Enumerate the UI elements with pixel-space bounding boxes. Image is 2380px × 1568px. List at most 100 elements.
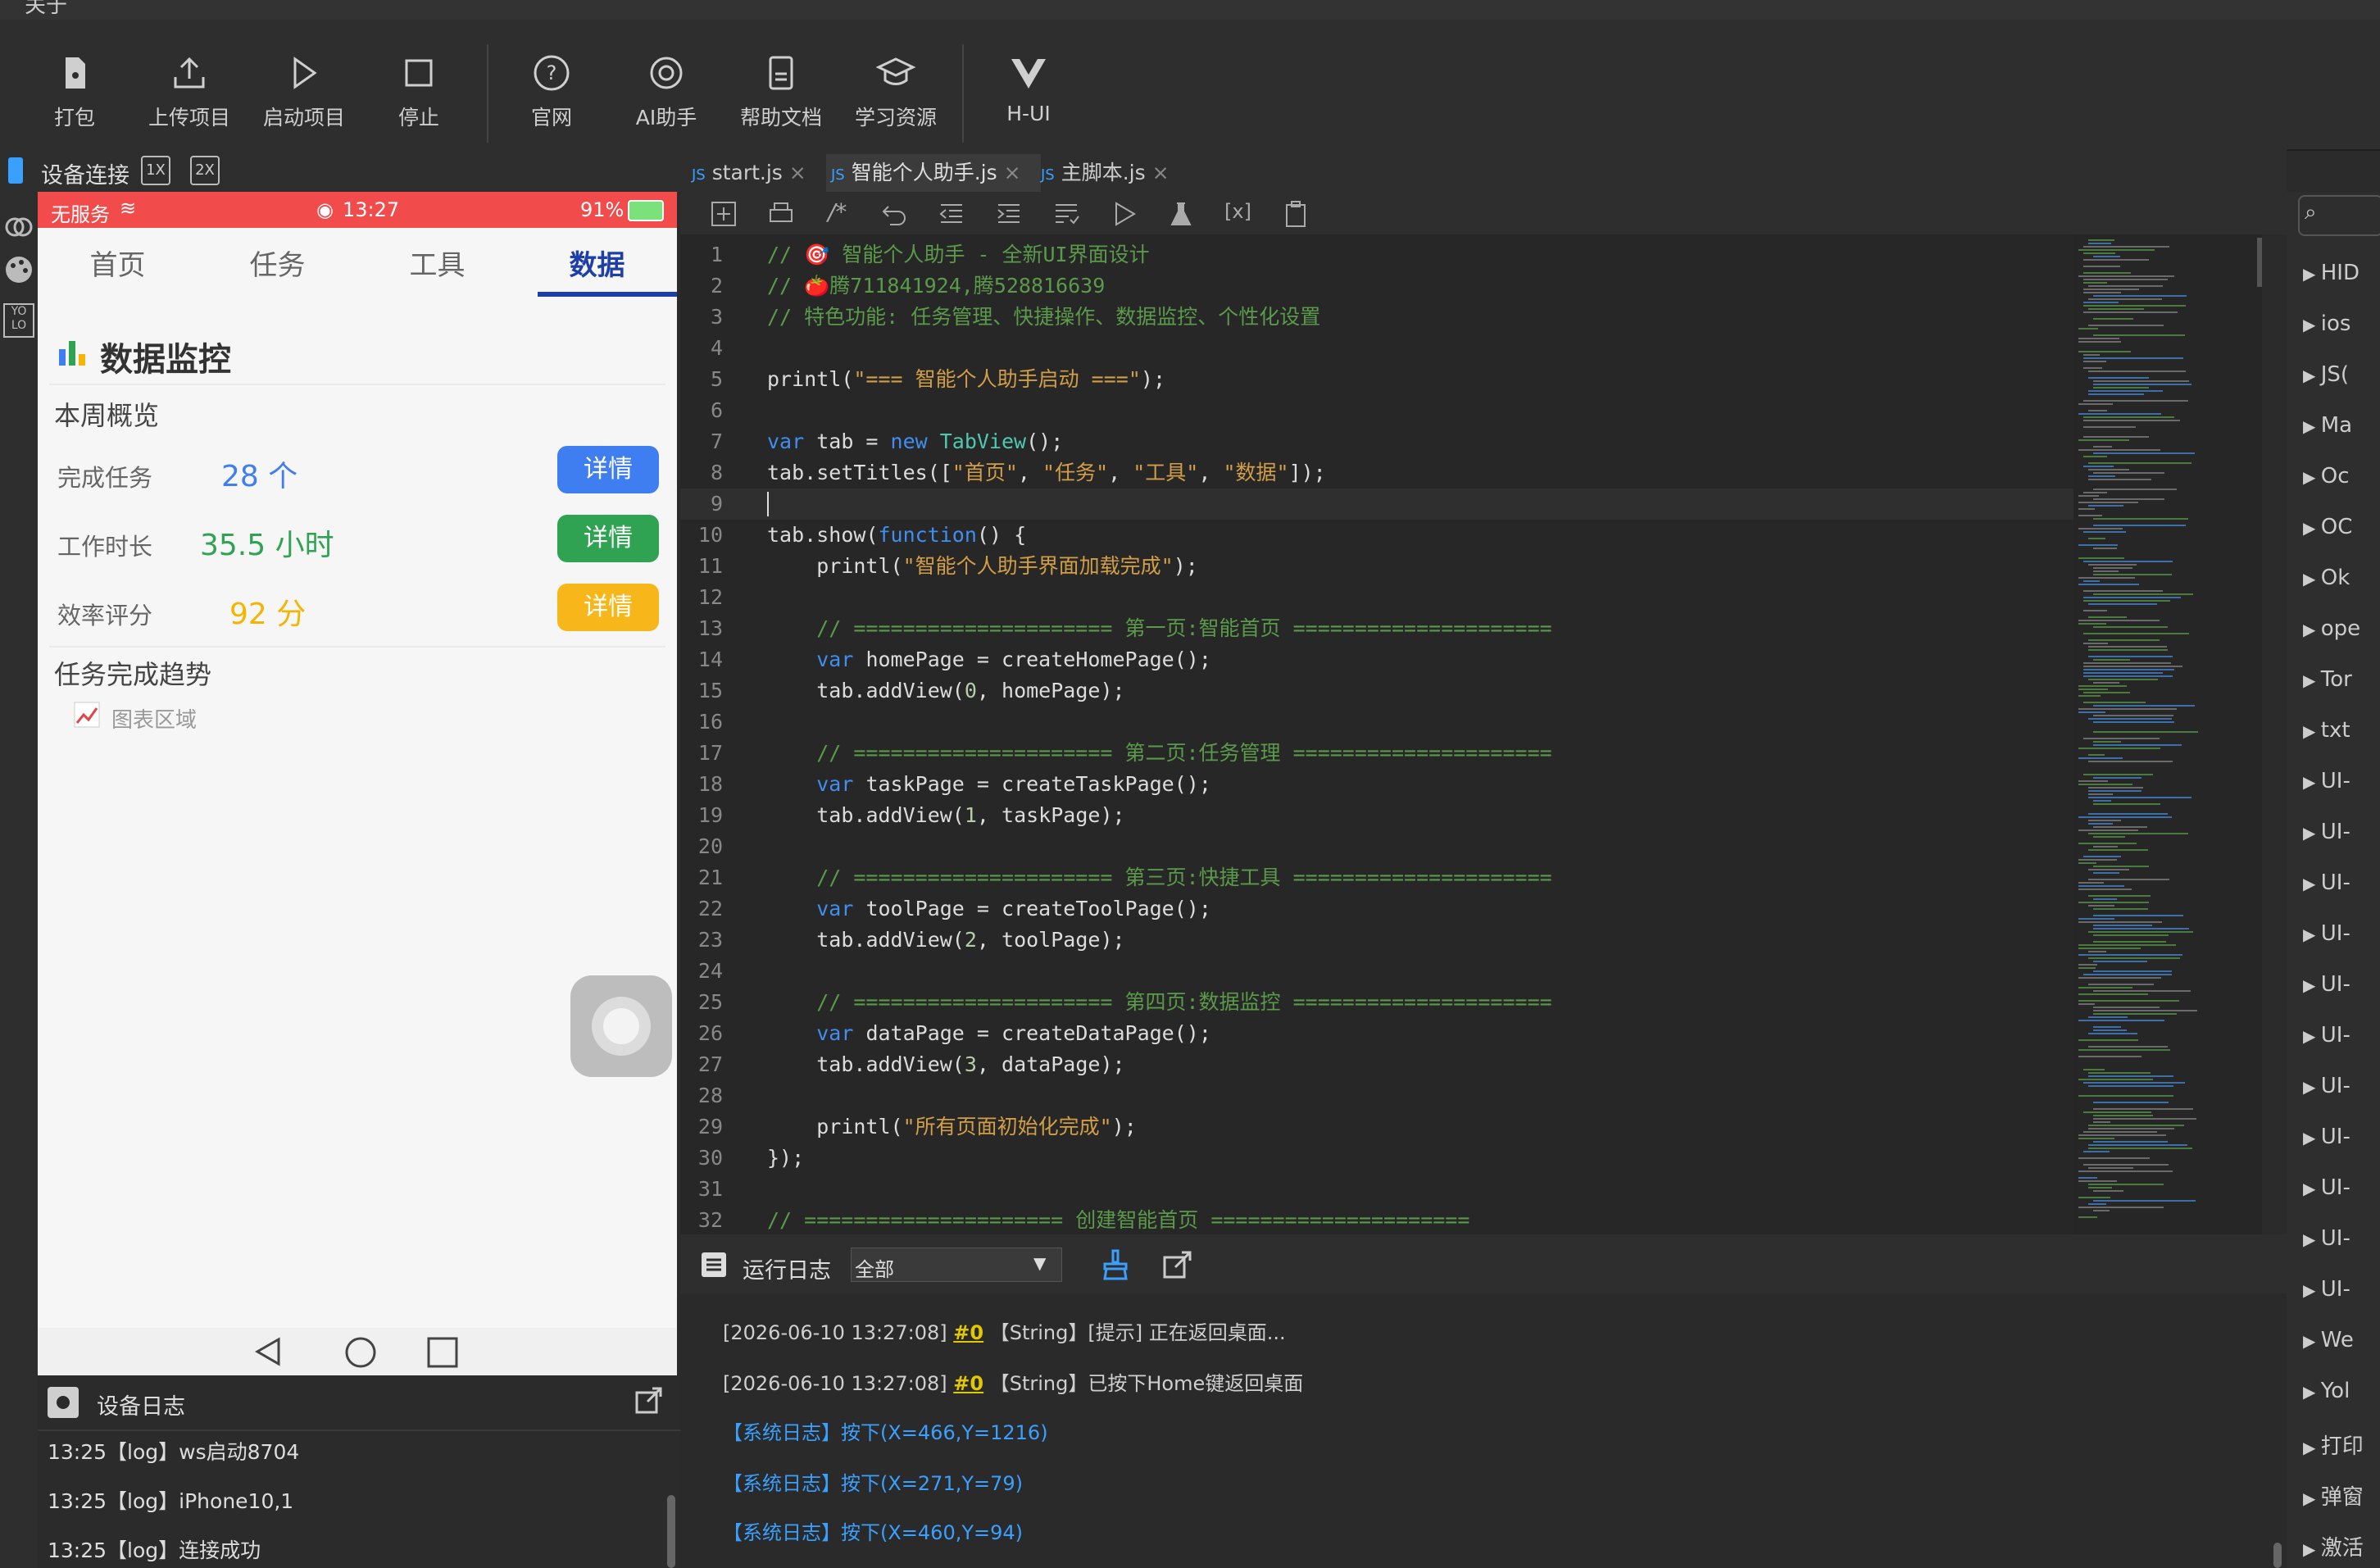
snippet-tree-item[interactable]: ▶ Ma [2303, 413, 2352, 438]
snippet-tree-item[interactable]: ▶ UI- [2303, 972, 2350, 997]
comment-icon[interactable]: /* [828, 198, 847, 225]
snippet-tree-item[interactable]: ▶ txt [2303, 718, 2350, 743]
learning-resources-button[interactable]: 学习资源 [843, 52, 949, 131]
code-line[interactable]: 19 tab.addView(1, taskPage); [680, 800, 2073, 831]
code-line[interactable]: 14 var homePage = createHomePage(); [680, 644, 2073, 675]
code-line[interactable]: 24 [680, 956, 2073, 987]
editor-scrollbar[interactable] [2257, 238, 2262, 287]
code-minimap[interactable] [2073, 234, 2262, 1234]
code-line[interactable]: 16 [680, 707, 2073, 738]
tab-main-script-js[interactable]: JS 主脚本.js × [1041, 154, 1197, 192]
outdent-icon[interactable] [938, 200, 965, 228]
clipboard-delete-icon[interactable] [1282, 200, 1310, 228]
tab-tools[interactable]: 工具 [357, 243, 517, 283]
detail-button[interactable]: 详情 [557, 446, 659, 493]
code-line[interactable]: 10 tab.show(function() { [680, 520, 2073, 551]
tab-start-js[interactable]: JS start.js × [692, 154, 823, 192]
snippet-tree-item[interactable]: ▶ We [2303, 1328, 2354, 1352]
tab-data[interactable]: 数据 [517, 243, 677, 283]
snippet-tree-item[interactable]: ▶ UI- [2303, 1175, 2350, 1200]
log-scrollbar[interactable] [667, 1495, 675, 1568]
zoom-2x-button[interactable]: 2X [190, 156, 220, 185]
yolo-icon[interactable]: YO LO [3, 303, 34, 338]
snippet-tree-item[interactable]: ▶ UI- [2303, 870, 2350, 895]
snippet-tree-item[interactable]: ▶ UI- [2303, 769, 2350, 793]
tab-assistant-js[interactable]: JS 智能个人助手.js × [826, 154, 1041, 192]
code-line[interactable]: 23 tab.addView(2, toolPage); [680, 925, 2073, 956]
close-icon[interactable]: × [789, 161, 806, 184]
snippet-tree-item[interactable]: ▶ Ok [2303, 566, 2350, 590]
code-line[interactable]: 6 [680, 395, 2073, 426]
code-line[interactable]: 4 [680, 333, 2073, 364]
snippet-tree-item[interactable]: ▶ 打印 [2303, 1429, 2364, 1460]
code-line[interactable]: 32 // ===================== 创建智能首页 ======… [680, 1205, 2073, 1234]
snippet-tree-item[interactable]: ▶ ope [2303, 616, 2360, 641]
flask-icon[interactable] [1167, 200, 1195, 228]
new-file-icon[interactable] [710, 200, 738, 228]
code-line[interactable]: 15 tab.addView(0, homePage); [680, 675, 2073, 707]
upload-project-button[interactable]: 上传项目 [136, 52, 243, 131]
snippet-tree-item[interactable]: ▶ Oc [2303, 464, 2350, 489]
snippet-tree-item[interactable]: ▶ UI- [2303, 1226, 2350, 1251]
start-project-button[interactable]: 启动项目 [251, 52, 357, 131]
undo-icon[interactable] [880, 200, 908, 228]
code-line[interactable]: 20 [680, 831, 2073, 862]
snippet-tree-item[interactable]: ▶ Tor [2303, 667, 2352, 692]
run-icon[interactable] [1110, 200, 1138, 228]
run-log-scrollbar[interactable] [2273, 1543, 2282, 1568]
detail-button[interactable]: 详情 [557, 515, 659, 562]
snippet-tree-item[interactable]: ▶ UI- [2303, 1023, 2350, 1048]
tab-tasks[interactable]: 任务 [198, 243, 357, 283]
code-line[interactable]: 9 [680, 489, 2073, 520]
snippet-search-input[interactable]: ⌕ [2298, 195, 2380, 236]
code-line[interactable]: 31 [680, 1174, 2073, 1205]
code-line[interactable]: 17 // ===================== 第二页:任务管理 ===… [680, 738, 2073, 769]
website-button[interactable]: ? 官网 [498, 52, 605, 131]
close-icon[interactable]: × [1004, 161, 1021, 184]
code-line[interactable]: 13 // ===================== 第一页:智能首页 ===… [680, 613, 2073, 644]
code-line[interactable]: 25 // ===================== 第四页:数据监控 ===… [680, 987, 2073, 1018]
variable-icon[interactable]: [x] [1224, 200, 1251, 223]
h-ui-button[interactable]: H-UI [975, 52, 1082, 125]
snippet-tree-item[interactable]: ▶ Yol [2303, 1379, 2350, 1403]
code-line[interactable]: 21 // ===================== 第三页:快捷工具 ===… [680, 862, 2073, 893]
code-line[interactable]: 26 var dataPage = createDataPage(); [680, 1018, 2073, 1049]
code-line[interactable]: 1 // 🎯 智能个人助手 - 全新UI界面设计 [680, 239, 2073, 270]
code-line[interactable]: 29 printl("所有页面初始化完成"); [680, 1111, 2073, 1143]
snippet-tree-item[interactable]: ▶ UI- [2303, 1277, 2350, 1302]
popout-icon[interactable] [1162, 1249, 1193, 1280]
code-line[interactable]: 28 [680, 1080, 2073, 1111]
print-icon[interactable] [767, 200, 795, 228]
detail-button[interactable]: 详情 [557, 584, 659, 631]
code-line[interactable]: 11 printl("智能个人助手界面加载完成"); [680, 551, 2073, 582]
assistive-touch-button[interactable] [570, 975, 672, 1077]
expand-icon[interactable] [634, 1385, 664, 1415]
snippet-tree-item[interactable]: ▶ JS( [2303, 362, 2349, 387]
snippet-tree-item[interactable]: ▶ ios [2303, 311, 2350, 336]
format-icon[interactable] [1052, 200, 1080, 228]
snippet-tree-item[interactable]: ▶ 弹窗 [2303, 1480, 2364, 1511]
stop-button[interactable]: 停止 [366, 52, 472, 131]
recents-square-icon[interactable] [426, 1336, 459, 1369]
snippet-tree-item[interactable]: ▶ UI- [2303, 820, 2350, 844]
code-line[interactable]: 5 printl("=== 智能个人助手启动 ==="); [680, 364, 2073, 395]
snippet-tree-item[interactable]: ▶ 激活 [2303, 1531, 2364, 1561]
menu-item-about[interactable]: 关于 [25, 0, 67, 19]
close-icon[interactable]: × [1152, 161, 1170, 184]
log-filter-select[interactable]: 全部 ▼ [851, 1248, 1062, 1282]
tab-home[interactable]: 首页 [38, 243, 198, 283]
package-button[interactable]: 打包 [21, 52, 128, 131]
snippet-tree-item[interactable]: ▶ UI- [2303, 921, 2350, 946]
code-line[interactable]: 12 [680, 582, 2073, 613]
code-line[interactable]: 30}); [680, 1143, 2073, 1174]
code-editor[interactable]: 1 // 🎯 智能个人助手 - 全新UI界面设计 2 // 🍅腾711841924,腾… [680, 234, 2073, 1234]
code-line[interactable]: 2 // 🍅腾711841924,腾528816639 [680, 270, 2073, 302]
indent-icon[interactable] [995, 200, 1023, 228]
code-line[interactable]: 3 // 特色功能: 任务管理、快捷操作、数据监控、个性化设置 [680, 302, 2073, 333]
snippet-tree-item[interactable]: ▶ HID [2303, 261, 2360, 285]
ai-assistant-button[interactable]: AI助手 [613, 52, 720, 131]
snippet-tree-item[interactable]: ▶ UI- [2303, 1125, 2350, 1149]
link-icon[interactable] [3, 211, 34, 243]
log-thread-tag[interactable]: #0 [953, 1372, 983, 1395]
snippet-tree-item[interactable]: ▶ OC [2303, 515, 2352, 539]
